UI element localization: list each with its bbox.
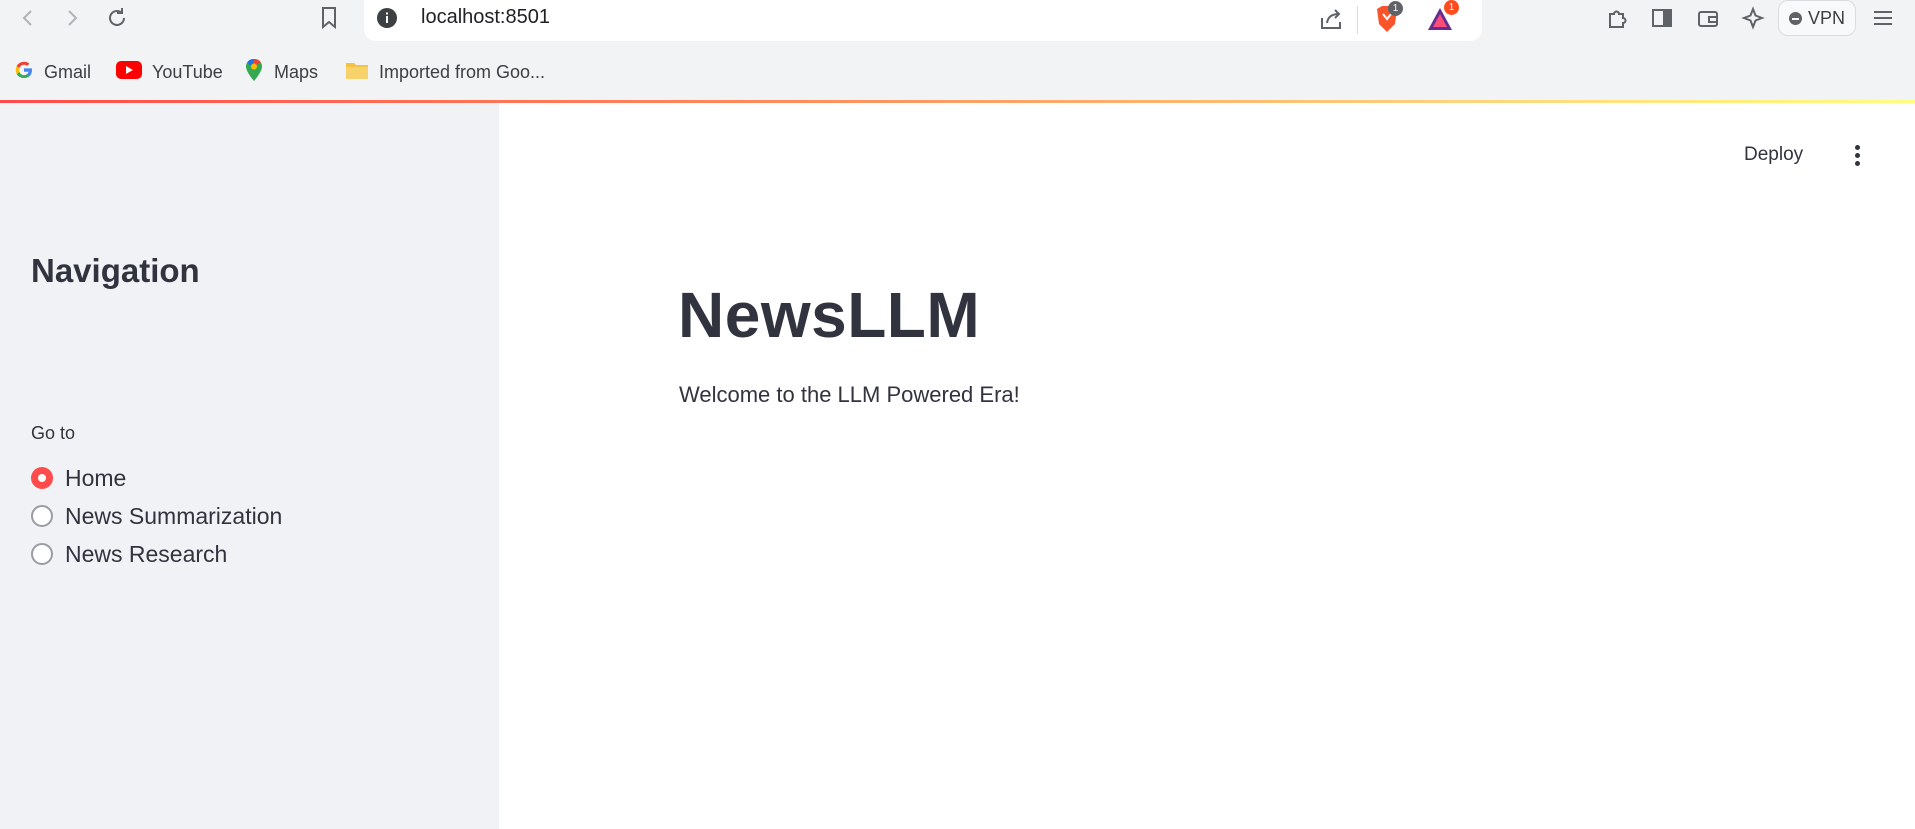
youtube-icon	[116, 60, 142, 84]
bookmark-icon[interactable]	[313, 2, 345, 34]
brave-rewards-badge: 1	[1444, 0, 1459, 15]
bookmark-label: YouTube	[152, 61, 223, 82]
leo-ai-icon[interactable]	[1737, 2, 1769, 34]
bookmark-label: Gmail	[44, 61, 92, 82]
radio-button[interactable]	[31, 505, 53, 527]
maps-icon	[244, 58, 264, 87]
brave-shields-badge: 1	[1388, 1, 1403, 16]
vpn-button[interactable]: VPN	[1778, 0, 1856, 36]
forward-icon[interactable]	[56, 2, 88, 34]
site-info-icon[interactable]	[376, 7, 398, 34]
extensions-icon[interactable]	[1601, 2, 1633, 34]
sidebar-title: Navigation	[31, 252, 200, 289]
radio-button-selected[interactable]	[31, 467, 53, 489]
main-menu-kebab-icon[interactable]	[1847, 141, 1867, 169]
vpn-label: VPN	[1807, 7, 1845, 28]
bookmark-label: Imported from Goo...	[379, 61, 546, 82]
radio-button[interactable]	[31, 543, 53, 565]
radio-option-news-summarization[interactable]: News Summarization	[31, 501, 282, 531]
radio-option-news-research[interactable]: News Research	[31, 539, 227, 569]
bookmark-maps[interactable]: Maps	[244, 58, 319, 87]
welcome-text: Welcome to the LLM Powered Era!	[679, 382, 1020, 407]
sidebar-icon[interactable]	[1646, 2, 1678, 34]
reload-icon[interactable]	[101, 2, 133, 34]
folder-icon	[345, 60, 369, 85]
radio-option-label: News Research	[65, 540, 228, 567]
bookmark-youtube[interactable]: YouTube	[116, 59, 223, 85]
address-bar[interactable]: localhost:8501 1 1	[364, 0, 1482, 41]
bookmark-imported-folder[interactable]: Imported from Goo...	[345, 59, 545, 85]
menu-icon[interactable]	[1867, 2, 1899, 34]
vpn-status-icon	[1788, 11, 1802, 25]
bookmarks-bar: Gmail YouTube Maps Imported from Goo...	[0, 43, 1915, 100]
deploy-button[interactable]: Deploy	[1744, 141, 1803, 169]
page-title: NewsLLM	[678, 279, 981, 351]
radio-group-label: Go to	[31, 423, 76, 443]
back-icon[interactable]	[12, 2, 44, 34]
bookmark-gmail[interactable]: Gmail	[14, 59, 91, 85]
sidebar: Navigation Go to Home News Summarization…	[0, 103, 499, 829]
google-icon	[14, 60, 34, 85]
radio-option-label: Home	[65, 464, 127, 491]
url-divider	[1357, 6, 1358, 34]
radio-option-label: News Summarization	[65, 502, 283, 529]
share-icon[interactable]	[1318, 6, 1344, 37]
url-text[interactable]: localhost:8501	[421, 6, 550, 29]
brave-shields-icon[interactable]: 1	[1374, 1, 1403, 39]
radio-option-home[interactable]: Home	[31, 463, 126, 493]
wallet-icon[interactable]	[1692, 2, 1724, 34]
brave-rewards-icon[interactable]: 1	[1426, 0, 1459, 37]
bookmark-label: Maps	[274, 61, 319, 82]
browser-toolbar: localhost:8501 1 1 VPN	[0, 0, 1915, 43]
